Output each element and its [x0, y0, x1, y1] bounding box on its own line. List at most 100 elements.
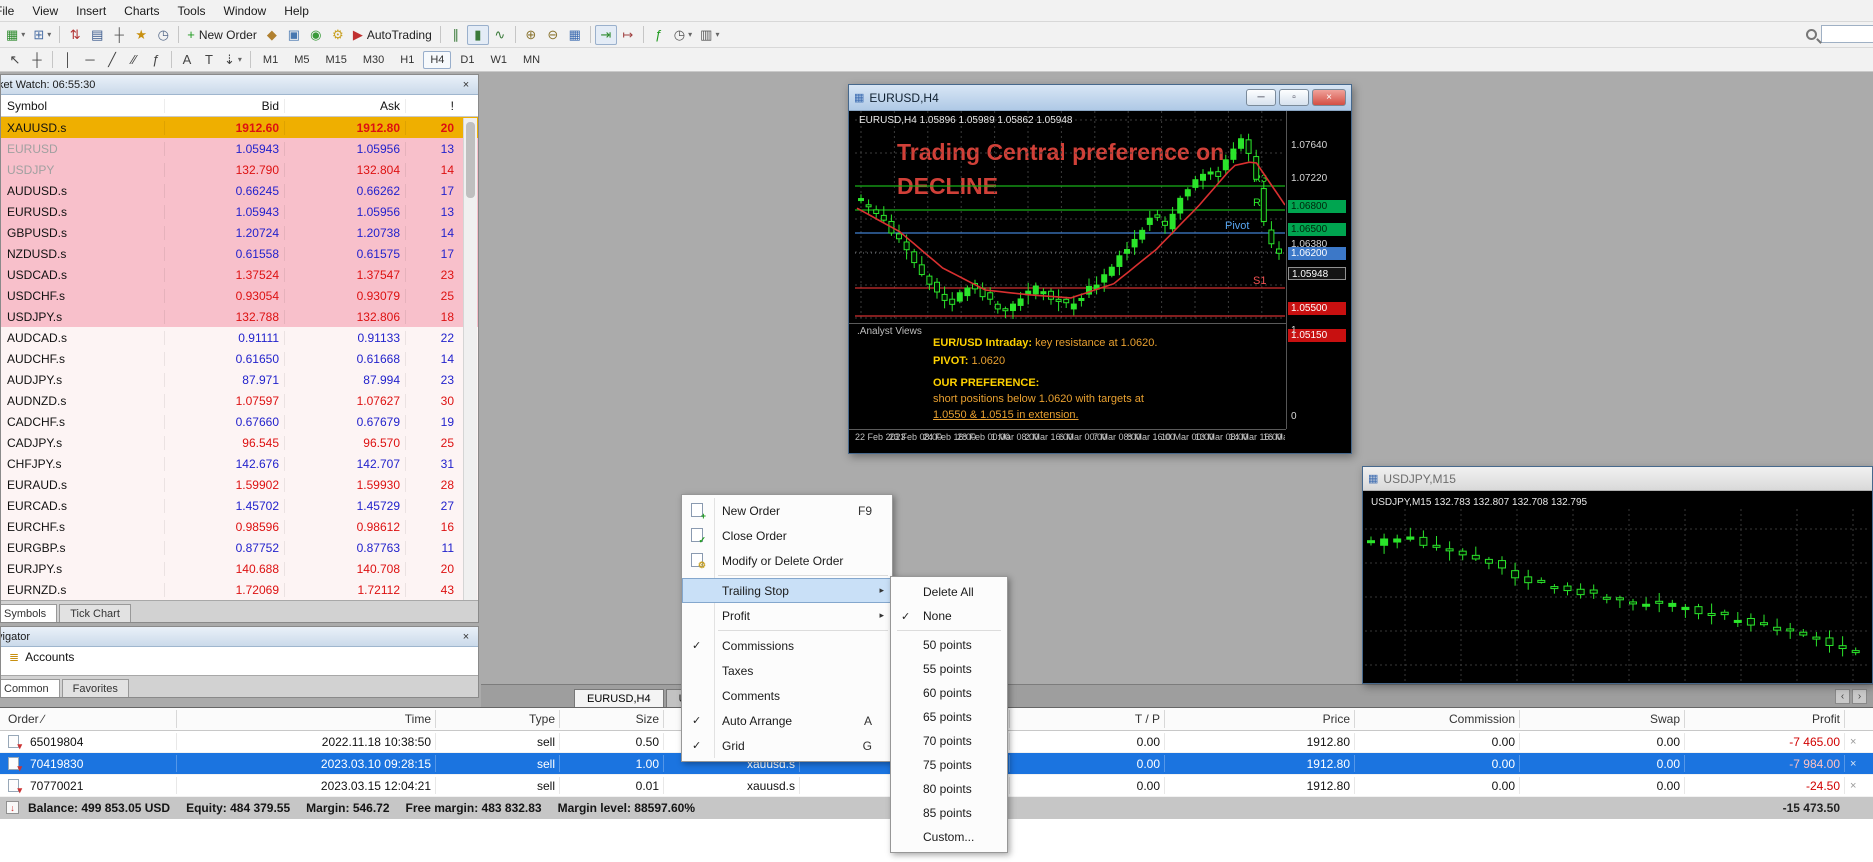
vertical-line-button[interactable]: │ — [57, 50, 79, 70]
market-watch-row[interactable]: CHFJPY.s142.676142.70731 — [1, 453, 478, 474]
periods-button[interactable]: ◷▾ — [670, 25, 696, 45]
chart-bars-button[interactable]: ∥ — [445, 25, 467, 45]
arrows-button[interactable]: ⇣▾ — [220, 50, 246, 70]
menu-item-taxes[interactable]: Taxes — [682, 658, 892, 683]
auto-scroll-button[interactable]: ⇥ — [595, 25, 617, 45]
autotrading-button[interactable]: ▶AutoTrading — [349, 25, 436, 45]
close-icon[interactable]: × — [458, 630, 474, 644]
chart-usdjpy-titlebar[interactable]: ▦ USDJPY,M15 — [1363, 467, 1872, 491]
tab-favorites[interactable]: Favorites — [62, 679, 129, 697]
terminal-toggle-button[interactable]: ★ — [130, 25, 152, 45]
menu-item-70-points[interactable]: 70 points — [891, 729, 1007, 753]
column-header-type[interactable]: Type — [435, 708, 555, 730]
column-header-swap[interactable]: Swap — [1519, 708, 1680, 730]
workspace-tab-eurusd-h4[interactable]: EURUSD,H4 — [574, 689, 664, 707]
menu-view[interactable]: View — [23, 1, 67, 21]
timeframe-h1[interactable]: H1 — [393, 51, 421, 69]
usdjpy-candle-chart[interactable] — [1365, 509, 1870, 681]
menu-window[interactable]: Window — [215, 1, 276, 21]
market-watch-row[interactable]: EURUSD1.059431.0595613 — [1, 138, 478, 159]
market-watch-row[interactable]: GBPUSD.s1.207241.2073814 — [1, 222, 478, 243]
templates-button[interactable]: ▥▾ — [696, 25, 723, 45]
column-ask[interactable]: Ask — [284, 99, 405, 113]
delete-order-button[interactable]: × — [1850, 775, 1856, 797]
delete-order-button[interactable]: × — [1850, 731, 1856, 753]
zoom-out-button[interactable]: ⊖ — [542, 25, 564, 45]
timeframe-d1[interactable]: D1 — [453, 51, 481, 69]
tab-scroll-left-icon[interactable]: ‹ — [1835, 689, 1850, 704]
timeframe-m15[interactable]: M15 — [318, 51, 353, 69]
text-label-button[interactable]: T — [198, 50, 220, 70]
market-watch-row[interactable]: XAUUSD.s1912.601912.8020 — [1, 117, 478, 138]
horizontal-line-button[interactable]: ─ — [79, 50, 101, 70]
menu-item-new-order[interactable]: +New OrderF9 — [682, 498, 892, 523]
close-icon[interactable]: × — [458, 78, 474, 92]
menu-item-close-order[interactable]: ✓Close Order — [682, 523, 892, 548]
menu-insert[interactable]: Insert — [67, 1, 115, 21]
fibonacci-button[interactable]: ƒ — [145, 50, 167, 70]
menu-item-comments[interactable]: Comments — [682, 683, 892, 708]
timeframe-m1[interactable]: M1 — [256, 51, 285, 69]
column-header-order[interactable]: Order ∕ — [8, 708, 148, 730]
menu-item-auto-arrange[interactable]: ✓Auto ArrangeA — [682, 708, 892, 733]
market-watch-scrollbar[interactable] — [463, 118, 477, 601]
menu-item-none[interactable]: ✓None — [891, 604, 1007, 628]
strategy-tester-toggle-button[interactable]: ◷ — [152, 25, 174, 45]
menu-item-60-points[interactable]: 60 points — [891, 681, 1007, 705]
zoom-in-button[interactable]: ⊕ — [520, 25, 542, 45]
close-button[interactable]: × — [1312, 89, 1346, 106]
menu-help[interactable]: Help — [275, 1, 318, 21]
column-spread[interactable]: ! — [405, 99, 462, 113]
timeframe-m5[interactable]: M5 — [287, 51, 316, 69]
menu-item-commissions[interactable]: ✓Commissions — [682, 633, 892, 658]
market-watch-row[interactable]: EURUSD.s1.059431.0595613 — [1, 201, 478, 222]
eurusd-candle-chart[interactable]: R3R2PivotS1 — [855, 111, 1285, 321]
trendline-button[interactable]: ╱ — [101, 50, 123, 70]
chart-shift-button[interactable]: ↦ — [617, 25, 639, 45]
menu-item-65-points[interactable]: 65 points — [891, 705, 1007, 729]
market-watch-row[interactable]: AUDNZD.s1.075971.0762730 — [1, 390, 478, 411]
column-bid[interactable]: Bid — [164, 99, 284, 113]
column-header-size[interactable]: Size — [559, 708, 659, 730]
restore-button[interactable]: ▫ — [1279, 89, 1309, 106]
new-order-button[interactable]: +New Order — [183, 25, 261, 45]
tile-windows-button[interactable]: ▦ — [564, 25, 586, 45]
column-header-time[interactable]: Time — [176, 708, 431, 730]
column-header-profit[interactable]: Profit — [1684, 708, 1840, 730]
navigator-item-accounts[interactable]: ≣Accounts — [1, 647, 478, 667]
market-watch-toggle-button[interactable]: ⇅ — [64, 25, 86, 45]
delete-order-button[interactable]: × — [1850, 753, 1856, 775]
timeframe-m30[interactable]: M30 — [356, 51, 391, 69]
search-input[interactable] — [1821, 25, 1873, 43]
timeframe-h4[interactable]: H4 — [423, 51, 451, 69]
market-watch-row[interactable]: AUDCAD.s0.911110.9113322 — [1, 327, 478, 348]
chart-eurusd-titlebar[interactable]: ▦ EURUSD,H4 ─ ▫ × — [849, 85, 1351, 111]
menu-item-profit[interactable]: Profit▸ — [682, 603, 892, 628]
signals-button[interactable]: ◉ — [305, 25, 327, 45]
menu-item-85-points[interactable]: 85 points — [891, 801, 1007, 825]
scrollbar-thumb[interactable] — [466, 122, 475, 198]
column-header-commission[interactable]: Commission — [1354, 708, 1515, 730]
tab-symbols[interactable]: Symbols — [1, 604, 57, 622]
chart-candlesticks-button[interactable]: ▮ — [467, 25, 489, 45]
column-symbol[interactable]: Symbol — [1, 99, 164, 113]
menu-item-trailing-stop[interactable]: Trailing Stop▸ — [682, 578, 892, 603]
metaeditor-button[interactable]: ◆ — [261, 25, 283, 45]
market-watch-row[interactable]: EURAUD.s1.599021.5993028 — [1, 474, 478, 495]
market-watch-row[interactable]: AUDUSD.s0.662450.6626217 — [1, 180, 478, 201]
market-watch-row[interactable]: NZDUSD.s0.615580.6157517 — [1, 243, 478, 264]
column-header-tp[interactable]: T / P — [1009, 708, 1160, 730]
tab-tick-chart[interactable]: Tick Chart — [59, 604, 131, 622]
market-watch-row[interactable]: EURCHF.s0.985960.9861216 — [1, 516, 478, 537]
menu-file[interactable]: File — [0, 1, 23, 21]
timeframe-w1[interactable]: W1 — [483, 51, 514, 69]
market-button[interactable]: ⚙ — [327, 25, 349, 45]
crosshair-button[interactable]: ┼ — [26, 50, 48, 70]
market-watch-row[interactable]: CADJPY.s96.54596.57025 — [1, 432, 478, 453]
market-watch-row[interactable]: USDJPY132.790132.80414 — [1, 159, 478, 180]
menu-item-custom-[interactable]: Custom... — [891, 825, 1007, 849]
menu-item-55-points[interactable]: 55 points — [891, 657, 1007, 681]
market-watch-row[interactable]: USDCAD.s1.375241.3754723 — [1, 264, 478, 285]
menu-item-80-points[interactable]: 80 points — [891, 777, 1007, 801]
timeframe-mn[interactable]: MN — [516, 51, 547, 69]
